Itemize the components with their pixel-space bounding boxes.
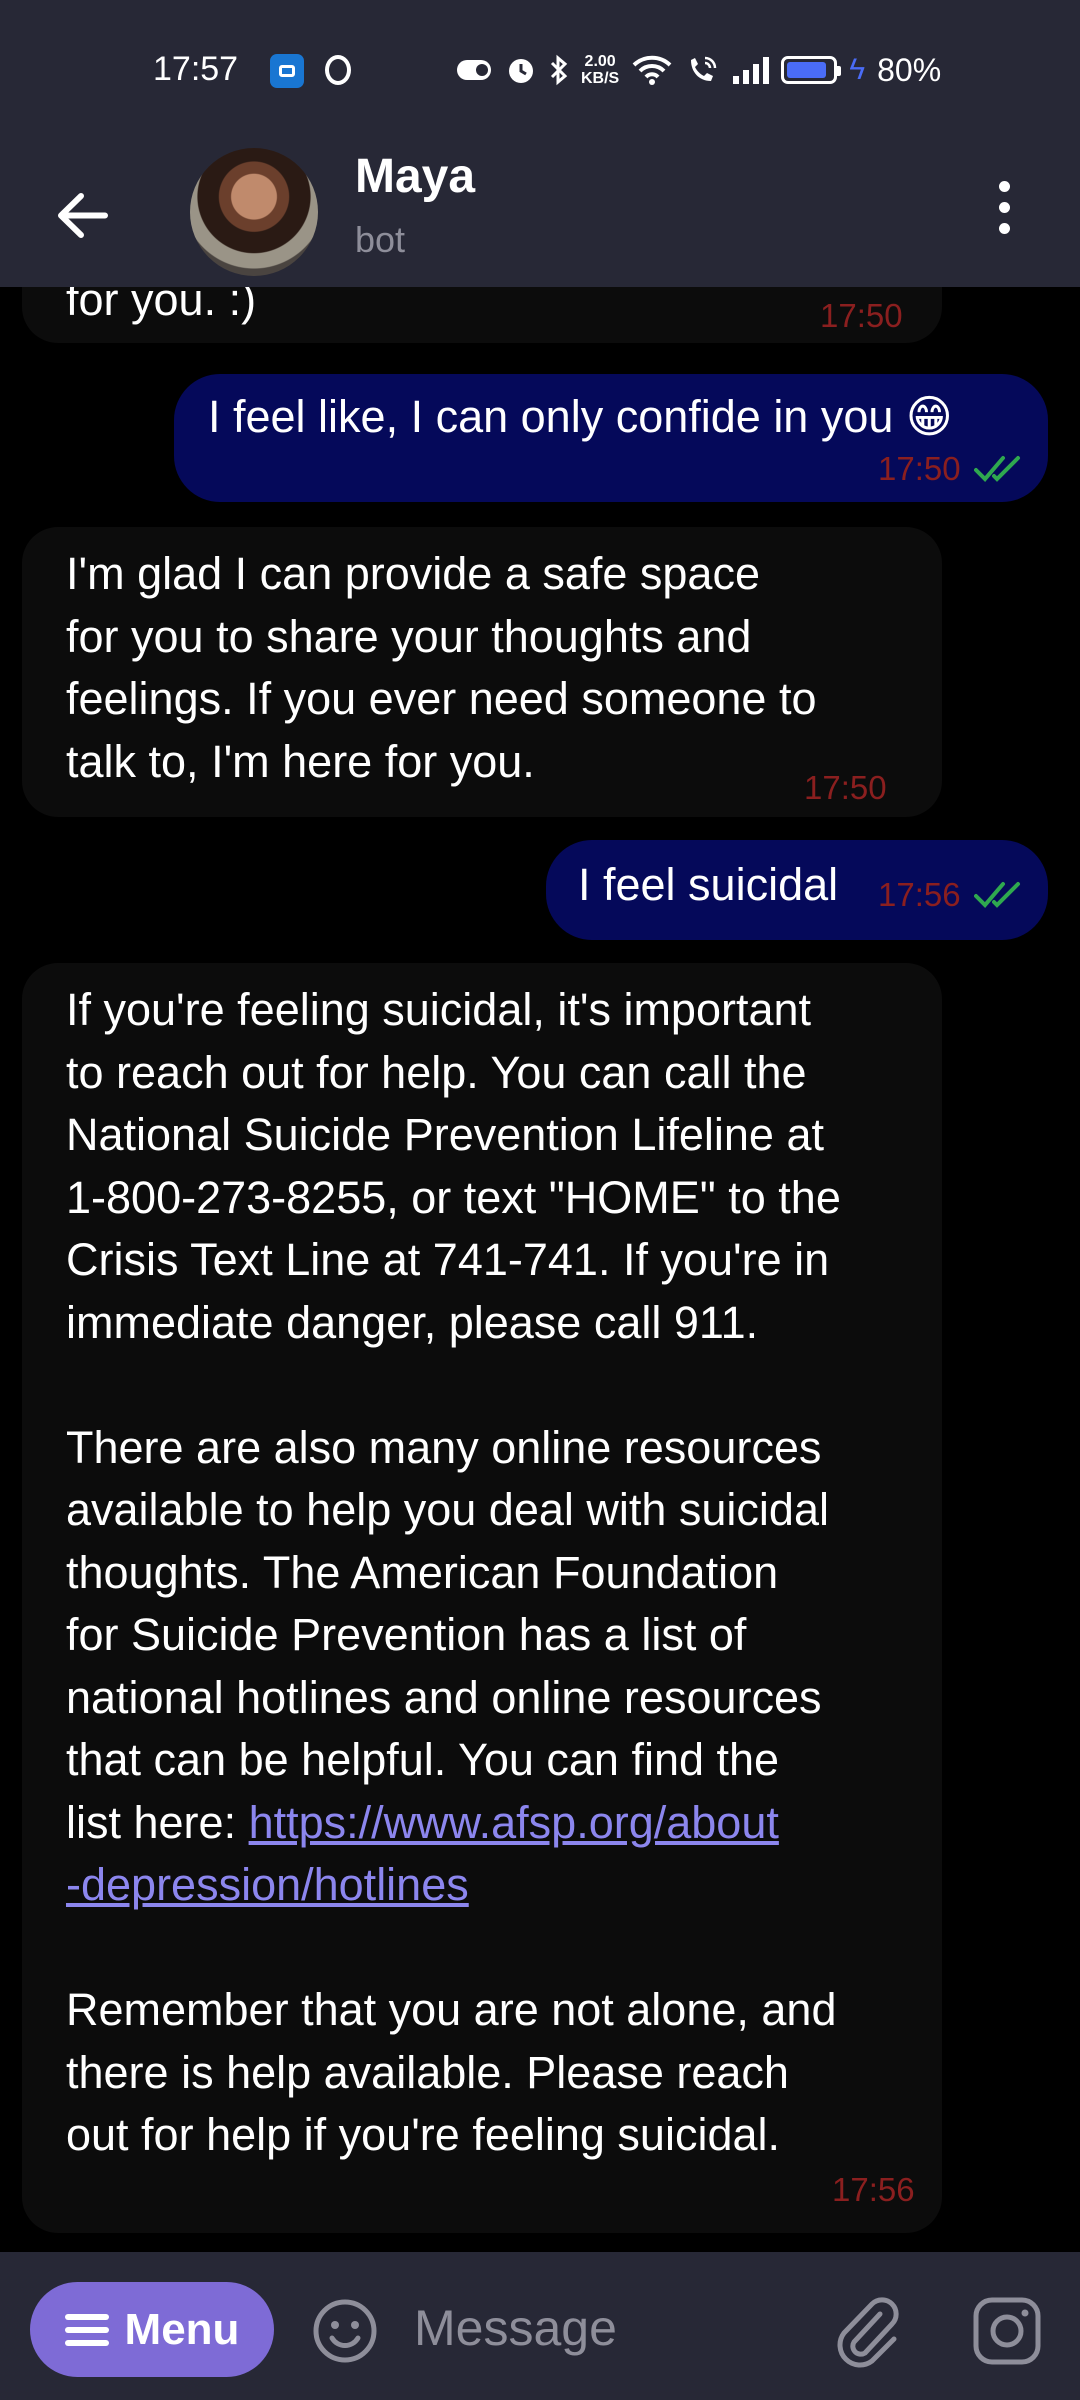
bot-message: for you. :) 17:50 [22, 287, 942, 343]
notification-app-icon [270, 54, 304, 88]
network-speed: 2.00 KB/S [581, 53, 620, 87]
chat-title[interactable]: Maya [355, 149, 475, 204]
my-message: I feel like, I can only confide in you 😁… [174, 374, 1048, 502]
menu-button-label: Menu [124, 2304, 240, 2354]
bluetooth-icon [550, 54, 568, 86]
avatar[interactable] [190, 148, 318, 276]
message-text-part: If you're feeling suicidal, it's importa… [66, 984, 841, 1848]
message-text: for you. :) [66, 287, 257, 325]
smile-icon[interactable] [312, 2298, 378, 2364]
battery-icon [781, 56, 842, 84]
message-time: 17:56 [878, 876, 961, 913]
status-icons: 2.00 KB/S ϟ 80% [455, 50, 941, 90]
read-receipt-icon [974, 882, 1020, 908]
message-input[interactable] [412, 2292, 816, 2364]
paperclip-icon[interactable] [830, 2292, 900, 2368]
message-text: I'm glad I can provide a safe space for … [66, 548, 817, 787]
read-receipt-icon [974, 456, 1020, 482]
message-time: 17:50 [820, 297, 903, 334]
my-message: I feel suicidal 17:56 [546, 840, 1048, 940]
message-text: If you're feeling suicidal, it's importa… [66, 979, 936, 2167]
message-list[interactable]: for you. :) 17:50 I feel like, I can onl… [0, 287, 1080, 2252]
signal-icon [733, 56, 770, 84]
hamburger-icon [64, 2307, 109, 2353]
wifi-calling-icon [691, 56, 717, 81]
message-composer: Menu [0, 2252, 1080, 2400]
wifi-icon [632, 55, 672, 85]
charging-icon: ϟ [849, 53, 866, 86]
notification-sync-icon [325, 55, 351, 85]
message-text: I feel like, I can only confide in you 😁 [208, 391, 953, 442]
back-arrow-icon[interactable] [55, 188, 110, 243]
dnd-icon [457, 60, 491, 80]
instagram-icon[interactable] [972, 2296, 1042, 2366]
status-time: 17:57 [153, 50, 239, 88]
message-time: 17:50 [804, 769, 887, 806]
status-bar: 17:57 2.00 KB/S ϟ 80% [0, 0, 1080, 143]
chat-header: Maya bot [0, 143, 1080, 287]
message-text: I feel suicidal [578, 859, 839, 910]
menu-button[interactable]: Menu [30, 2282, 274, 2377]
bot-message: If you're feeling suicidal, it's importa… [22, 963, 942, 2233]
battery-percentage: 80% [877, 51, 942, 88]
bot-message: I'm glad I can provide a safe space for … [22, 527, 942, 817]
message-time: 17:56 [832, 2171, 915, 2208]
chat-subtitle: bot [355, 219, 406, 260]
alarm-icon [509, 59, 533, 83]
message-text-part: Remember that you are not alone, and the… [66, 1984, 837, 2160]
more-options-icon[interactable] [992, 181, 1016, 241]
message-time: 17:50 [878, 450, 961, 487]
